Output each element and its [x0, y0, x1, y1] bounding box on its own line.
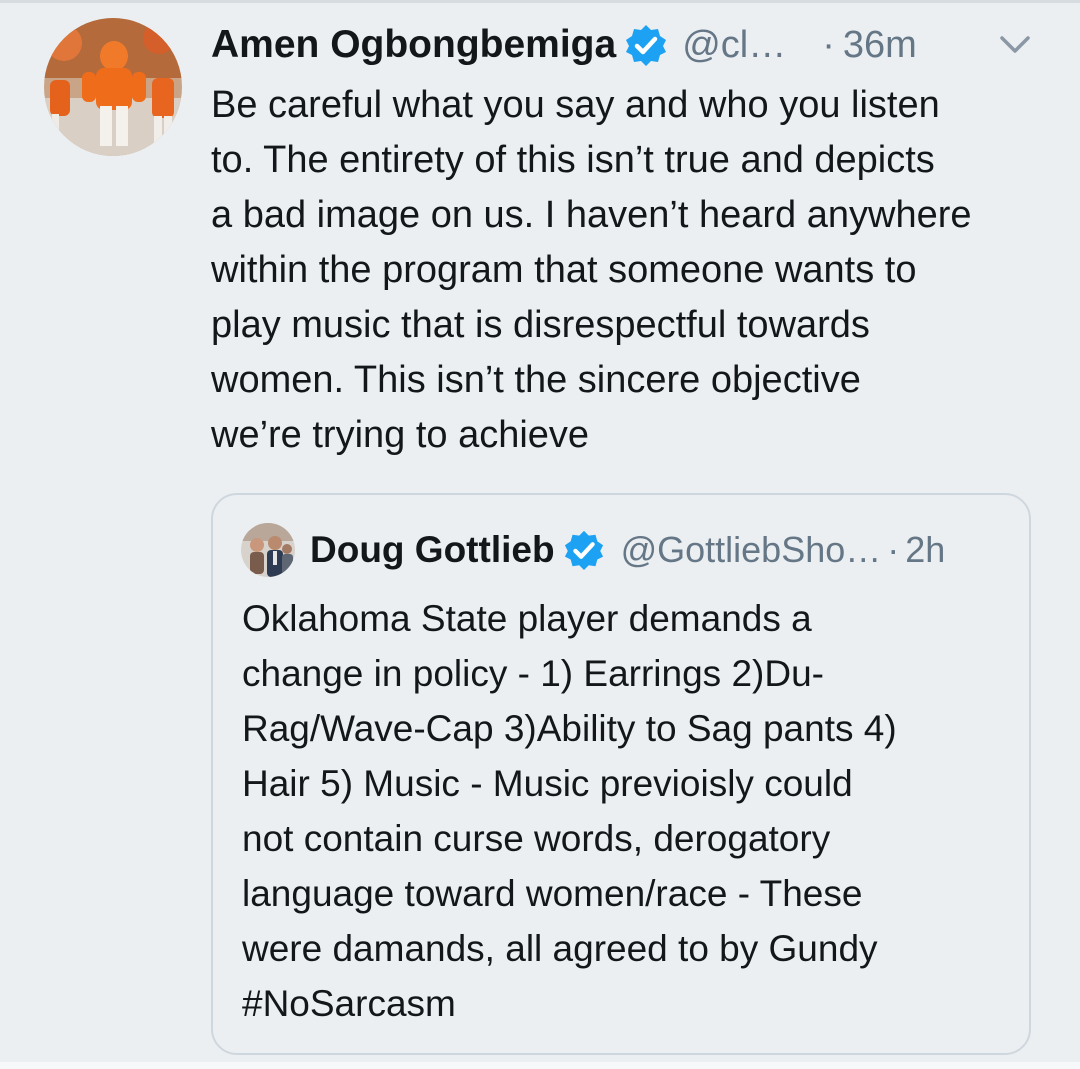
- tweet-text-line: play music that is disrespectful towards: [211, 304, 870, 346]
- quoted-tweet-timestamp[interactable]: 2h: [905, 529, 945, 571]
- tweet-text-line: a bad image on us. I haven’t heard anywh…: [211, 194, 972, 236]
- separator-dot: ·: [822, 23, 835, 66]
- person-avatar-icon: [241, 523, 295, 577]
- tweet-text-line: to. The entirety of this isn’t true and …: [211, 139, 935, 181]
- author-avatar[interactable]: [44, 18, 182, 156]
- quoted-text-line: Oklahoma State player demands a: [242, 598, 812, 639]
- author-display-name[interactable]: Amen Ogbongbemiga: [211, 23, 616, 67]
- quoted-tweet-text: Oklahoma State player demands a change i…: [242, 591, 1022, 1031]
- quoted-text-line: not contain curse words, derogatory: [242, 818, 831, 859]
- quoted-author-handle[interactable]: @GottliebSho…: [621, 529, 882, 571]
- quoted-author-display-name[interactable]: Doug Gottlieb: [310, 529, 555, 571]
- quoted-tweet-card[interactable]: Doug Gottlieb @GottliebSho… · 2h Oklahom…: [211, 493, 1031, 1055]
- quoted-tweet-header: Doug Gottlieb @GottliebSho… · 2h: [310, 523, 1010, 577]
- bottom-divider: [0, 1062, 1080, 1069]
- tweet-text: Be careful what you say and who you list…: [211, 78, 1051, 463]
- quoted-author-avatar[interactable]: [241, 523, 295, 577]
- tweet-header: Amen Ogbongbemiga @cl… · 36m: [211, 17, 1051, 73]
- tweet-text-line: Be careful what you say and who you list…: [211, 84, 940, 126]
- football-player-avatar-icon: [44, 18, 182, 156]
- tweet-timestamp[interactable]: 36m: [843, 24, 917, 67]
- tweet-text-line: women. This isn’t the sincere objective: [211, 359, 861, 401]
- tweet-text-line: within the program that someone wants to: [211, 249, 917, 291]
- quoted-text-line: were damands, all agreed to by Gundy: [242, 928, 878, 969]
- verified-badge-icon: [563, 529, 605, 571]
- quoted-text-line: Rag/Wave-Cap 3)Ability to Sag pants 4): [242, 708, 897, 749]
- top-divider: [0, 0, 1080, 3]
- quoted-text-line: language toward women/race - These: [242, 873, 863, 914]
- tweet-text-line: we’re trying to achieve: [211, 414, 590, 456]
- author-handle[interactable]: @cl…: [682, 24, 786, 67]
- chevron-down-icon[interactable]: [998, 31, 1032, 59]
- quoted-text-line: change in policy - 1) Earrings 2)Du-: [242, 653, 824, 694]
- quoted-text-line: Hair 5) Music - Music previoisly could: [242, 763, 853, 804]
- separator-dot: ·: [887, 529, 900, 570]
- verified-badge-icon: [624, 23, 668, 67]
- quoted-text-hashtag[interactable]: #NoSarcasm: [242, 976, 1022, 1031]
- tweet-container[interactable]: Amen Ogbongbemiga @cl… · 36m Be careful …: [0, 0, 1080, 1069]
